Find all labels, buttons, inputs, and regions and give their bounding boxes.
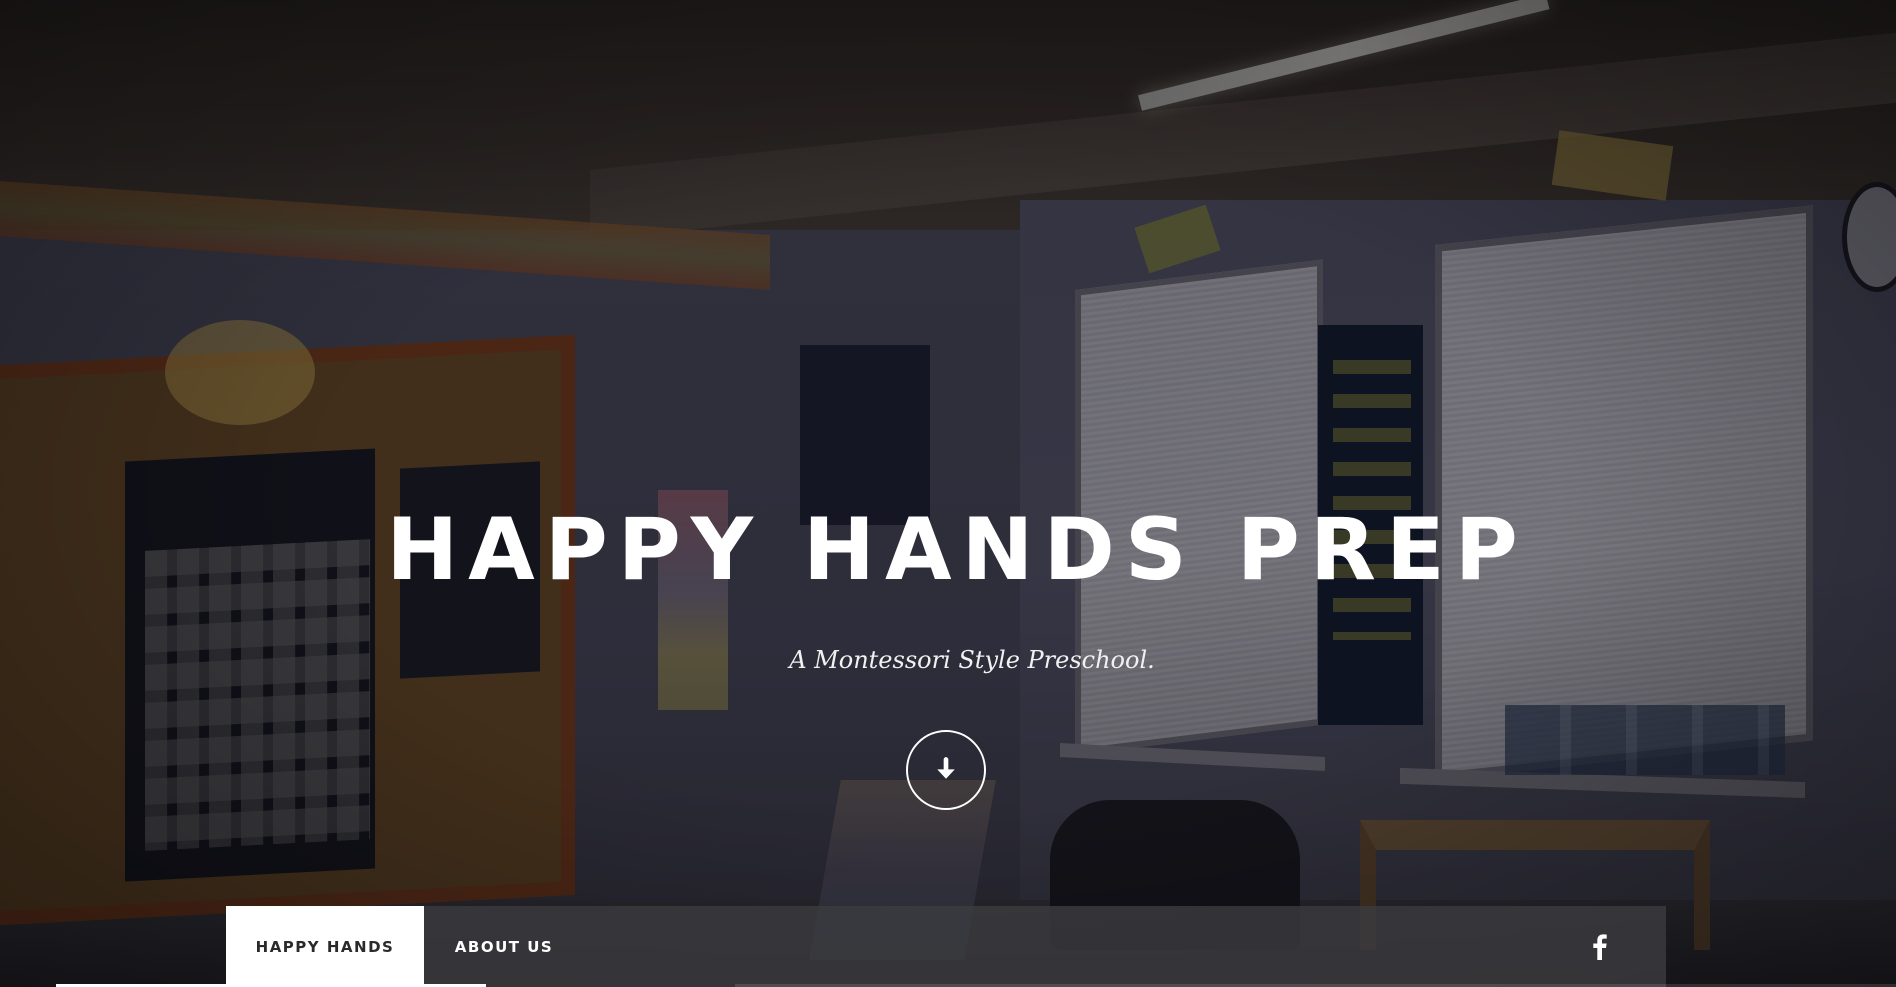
nav-item-about-us[interactable]: ABOUT US — [424, 906, 584, 987]
hero-section: HAPPY HANDS PREP A Montessori Style Pres… — [0, 0, 1896, 987]
facebook-icon — [1593, 933, 1607, 960]
nav-item-happy-hands[interactable]: HAPPY HANDS — [226, 906, 424, 987]
site-title: HAPPY HANDS PREP — [386, 500, 1528, 600]
facebook-link[interactable] — [1580, 906, 1620, 987]
vignette-overlay — [0, 0, 1896, 987]
site-tagline: A Montessori Style Preschool. — [789, 646, 1155, 674]
main-navigation: HAPPY HANDS ABOUT US — [226, 906, 1666, 987]
arrow-down-icon — [937, 757, 955, 779]
scroll-down-button[interactable] — [906, 730, 986, 810]
